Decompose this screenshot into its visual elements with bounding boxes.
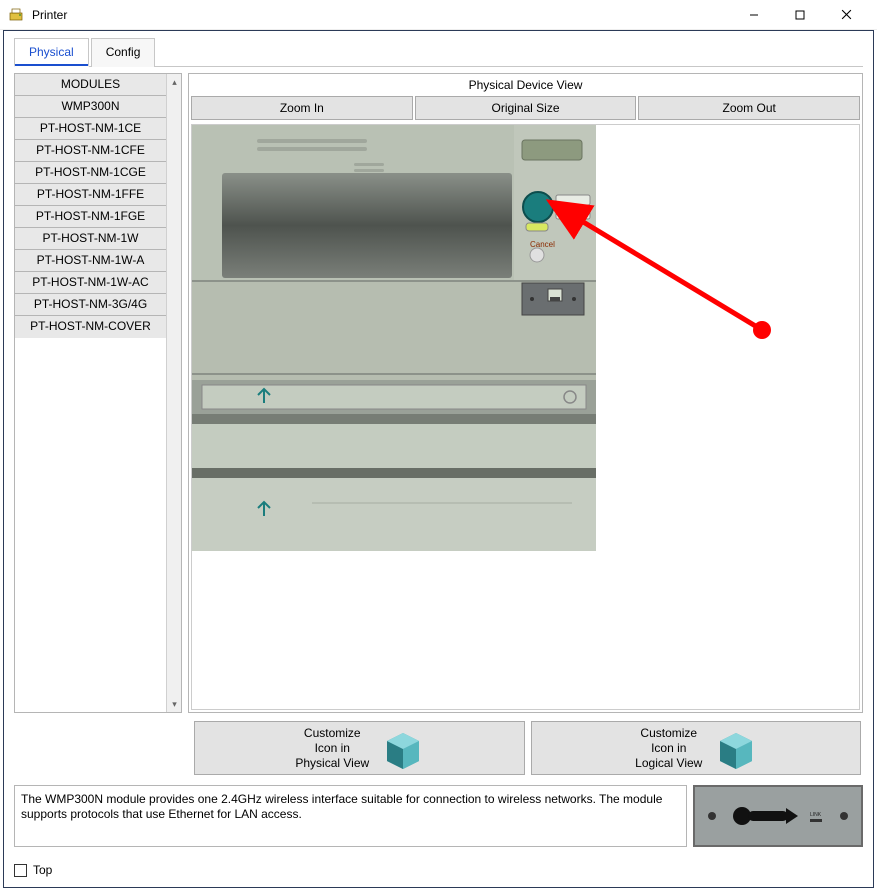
cube-icon bbox=[712, 727, 756, 769]
device-canvas[interactable]: Cancel bbox=[191, 124, 860, 710]
module-panel: MODULES WMP300N PT-HOST-NM-1CE PT-HOST-N… bbox=[14, 73, 182, 713]
cube-icon bbox=[379, 727, 423, 769]
window-title: Printer bbox=[32, 8, 67, 22]
app-icon bbox=[8, 7, 24, 23]
module-item[interactable]: PT-HOST-NM-3G/4G bbox=[15, 294, 166, 316]
top-label: Top bbox=[33, 863, 52, 877]
zoom-in-button[interactable]: Zoom In bbox=[191, 96, 413, 120]
module-list: MODULES WMP300N PT-HOST-NM-1CE PT-HOST-N… bbox=[15, 74, 166, 712]
footer: Top bbox=[14, 863, 52, 877]
app-body: Physical Config MODULES WMP300N PT-HOST-… bbox=[3, 30, 874, 888]
module-item[interactable]: PT-HOST-NM-1W-A bbox=[15, 250, 166, 272]
minimize-button[interactable] bbox=[731, 1, 777, 29]
module-description: The WMP300N module provides one 2.4GHz w… bbox=[14, 785, 687, 847]
customize-logical-button[interactable]: Customize Icon in Logical View bbox=[531, 721, 862, 775]
module-item[interactable]: PT-HOST-NM-1FFE bbox=[15, 184, 166, 206]
tab-bar: Physical Config bbox=[14, 37, 863, 67]
module-scrollbar[interactable]: ▴ ▾ bbox=[166, 74, 181, 712]
tab-config[interactable]: Config bbox=[91, 38, 156, 67]
customize-physical-label: Customize Icon in Physical View bbox=[295, 726, 369, 771]
wmp300n-icon: LINK bbox=[698, 791, 858, 841]
module-item[interactable]: PT-HOST-NM-1CFE bbox=[15, 140, 166, 162]
customize-physical-button[interactable]: Customize Icon in Physical View bbox=[194, 721, 525, 775]
scroll-up-icon[interactable]: ▴ bbox=[168, 74, 181, 90]
svg-text:Cancel: Cancel bbox=[530, 240, 555, 249]
module-item[interactable]: PT-HOST-NM-1CGE bbox=[15, 162, 166, 184]
svg-text:LINK: LINK bbox=[810, 812, 822, 818]
device-view-header: Physical Device View bbox=[189, 74, 862, 96]
module-item[interactable]: PT-HOST-NM-1FGE bbox=[15, 206, 166, 228]
module-item[interactable]: PT-HOST-NM-1W bbox=[15, 228, 166, 250]
module-item[interactable]: PT-HOST-NM-1CE bbox=[15, 118, 166, 140]
module-preview[interactable]: LINK bbox=[693, 785, 863, 847]
close-button[interactable] bbox=[823, 1, 869, 29]
module-item[interactable]: PT-HOST-NM-1W-AC bbox=[15, 272, 166, 294]
original-size-button[interactable]: Original Size bbox=[415, 96, 637, 120]
module-wmp300n[interactable]: WMP300N bbox=[15, 96, 166, 118]
customize-logical-label: Customize Icon in Logical View bbox=[635, 726, 702, 771]
module-header[interactable]: MODULES bbox=[15, 74, 166, 96]
zoom-out-button[interactable]: Zoom Out bbox=[638, 96, 860, 120]
tab-physical[interactable]: Physical bbox=[14, 38, 89, 67]
printer-illustration: Cancel bbox=[192, 125, 596, 551]
top-checkbox[interactable] bbox=[14, 864, 27, 877]
title-bar: Printer bbox=[0, 0, 877, 30]
device-view-panel: Physical Device View Zoom In Original Si… bbox=[188, 73, 863, 713]
maximize-button[interactable] bbox=[777, 1, 823, 29]
module-item[interactable]: PT-HOST-NM-COVER bbox=[15, 316, 166, 338]
scroll-down-icon[interactable]: ▾ bbox=[168, 696, 181, 712]
